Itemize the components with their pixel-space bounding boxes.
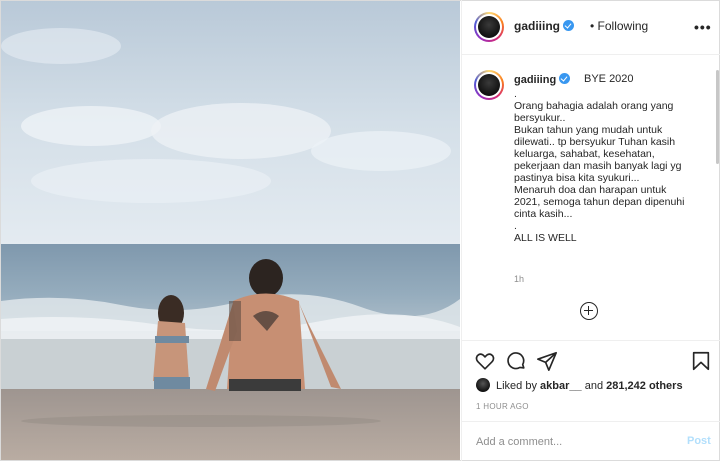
post-photo[interactable] [1, 1, 460, 460]
caption-line: . [514, 88, 517, 100]
comment-icon[interactable] [505, 350, 527, 372]
author-username[interactable]: gadiiing [514, 19, 574, 33]
likes-middle: and [584, 380, 604, 392]
caption-line: pekerjaan dan masih banyak lagi yg [514, 160, 682, 172]
likes-prefix: Liked by [496, 380, 537, 392]
comment-form: Post [462, 421, 720, 461]
post-sidebar: gadiiing • Following ••• gadiiing BYE 20… [461, 0, 720, 461]
caption-line: pastinya bisa kita syukuri... [514, 172, 640, 184]
comments-scrollbar[interactable] [716, 70, 719, 164]
caption-text: . Orang bahagia adalah orang yang bersyu… [514, 88, 710, 244]
caption-line: 2021, semoga tahun depan dipenuhi [514, 196, 685, 208]
author-avatar[interactable] [474, 12, 504, 42]
heart-icon[interactable] [474, 350, 496, 372]
caption-line: dilewati.. tp bersyukur Tuhan kasih [514, 136, 676, 148]
caption-title: BYE 2020 [584, 73, 634, 85]
liker-avatar[interactable] [476, 378, 490, 392]
caption-line: . [514, 220, 517, 232]
caption-line: bersyukur.. [514, 112, 566, 124]
likes-count[interactable]: 281,242 others [606, 380, 682, 392]
bookmark-icon[interactable] [690, 350, 712, 372]
caption-avatar[interactable] [474, 70, 504, 100]
comment-input[interactable] [476, 434, 666, 450]
caption-line: keluarga, sahabat, kesehatan, [514, 148, 655, 160]
post-header: gadiiing • Following ••• [462, 0, 720, 55]
caption-area: gadiiing BYE 2020 . Orang bahagia adalah… [462, 56, 720, 340]
post-timestamp[interactable]: 1 HOUR AGO [476, 402, 529, 411]
liker-username[interactable]: akbar__ [540, 380, 582, 392]
caption-username[interactable]: gadiiing [514, 73, 571, 86]
caption-line: Orang bahagia adalah orang yang [514, 100, 674, 112]
beach-photo-image [1, 1, 460, 460]
caption-line: ALL IS WELL [514, 232, 577, 244]
following-button[interactable]: • Following [590, 19, 648, 33]
post-actions: Liked by akbar__ and 281,242 others 1 HO… [462, 340, 720, 420]
more-options-icon[interactable]: ••• [694, 19, 712, 35]
plus-circle-icon[interactable] [580, 302, 598, 320]
caption-line: cinta kasih... [514, 208, 573, 220]
caption-timestamp[interactable]: 1h [514, 274, 524, 284]
post-comment-button[interactable]: Post [687, 435, 711, 447]
paper-plane-icon[interactable] [536, 350, 558, 372]
caption-line: Menaruh doa dan harapan untuk [514, 184, 667, 196]
caption-line: Bukan tahun yang mudah untuk [514, 124, 663, 136]
verified-badge-icon [563, 20, 574, 31]
verified-badge-icon [559, 73, 571, 84]
likes-summary[interactable]: Liked by akbar__ and 281,242 others [476, 378, 683, 392]
